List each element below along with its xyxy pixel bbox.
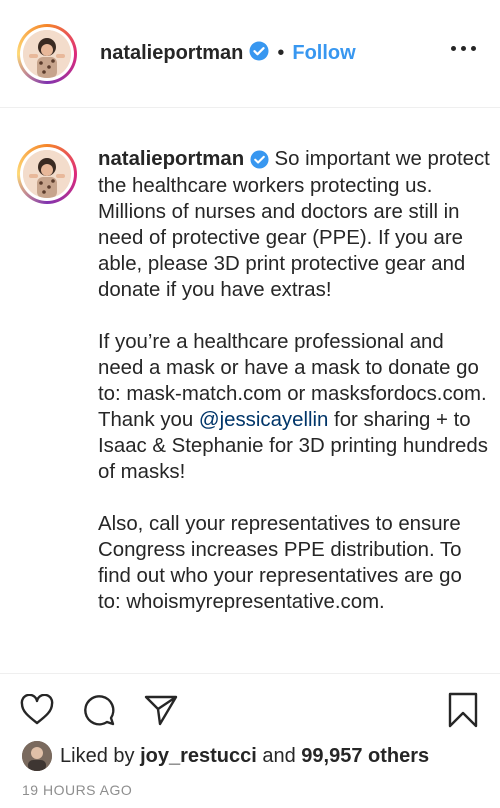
verified-badge-icon bbox=[249, 41, 269, 66]
verified-badge-icon bbox=[250, 147, 269, 173]
heart-icon[interactable] bbox=[20, 693, 54, 731]
mention-link[interactable]: @jessicayellin bbox=[199, 409, 329, 431]
liker-username[interactable]: joy_restucci bbox=[140, 745, 257, 768]
caption-avatar[interactable] bbox=[17, 144, 77, 204]
liked-by-label: Liked by bbox=[60, 744, 135, 767]
avatar-image bbox=[23, 150, 71, 198]
post-header: natalieportman • Follow bbox=[0, 0, 500, 108]
separator-dot: • bbox=[277, 42, 285, 64]
profile-avatar[interactable] bbox=[17, 24, 77, 84]
comment-icon[interactable] bbox=[82, 693, 116, 732]
caption-section: natalieportman So important we protect t… bbox=[0, 108, 500, 674]
post-timestamp: 19 HOURS AGO bbox=[22, 782, 133, 798]
likes-joiner: and bbox=[262, 744, 296, 767]
likes-count[interactable]: 99,957 others bbox=[301, 745, 429, 768]
follow-button[interactable]: Follow bbox=[292, 42, 355, 65]
caption-text: natalieportman So important we protect t… bbox=[98, 146, 490, 641]
more-options-icon[interactable] bbox=[451, 46, 476, 51]
caption-username[interactable]: natalieportman bbox=[98, 148, 244, 170]
avatar-image bbox=[23, 30, 71, 78]
bookmark-icon[interactable] bbox=[448, 692, 478, 733]
share-icon[interactable] bbox=[144, 694, 178, 731]
caption-paragraph-1: So important we protect the healthcare w… bbox=[98, 148, 490, 301]
action-bar bbox=[0, 684, 500, 734]
header-username[interactable]: natalieportman bbox=[100, 42, 243, 65]
likes-summary: Liked by joy_restucci and 99,957 others bbox=[22, 741, 429, 771]
liker-avatar[interactable] bbox=[22, 741, 52, 771]
caption-paragraph-3: Also, call your representatives to ensur… bbox=[98, 512, 462, 613]
